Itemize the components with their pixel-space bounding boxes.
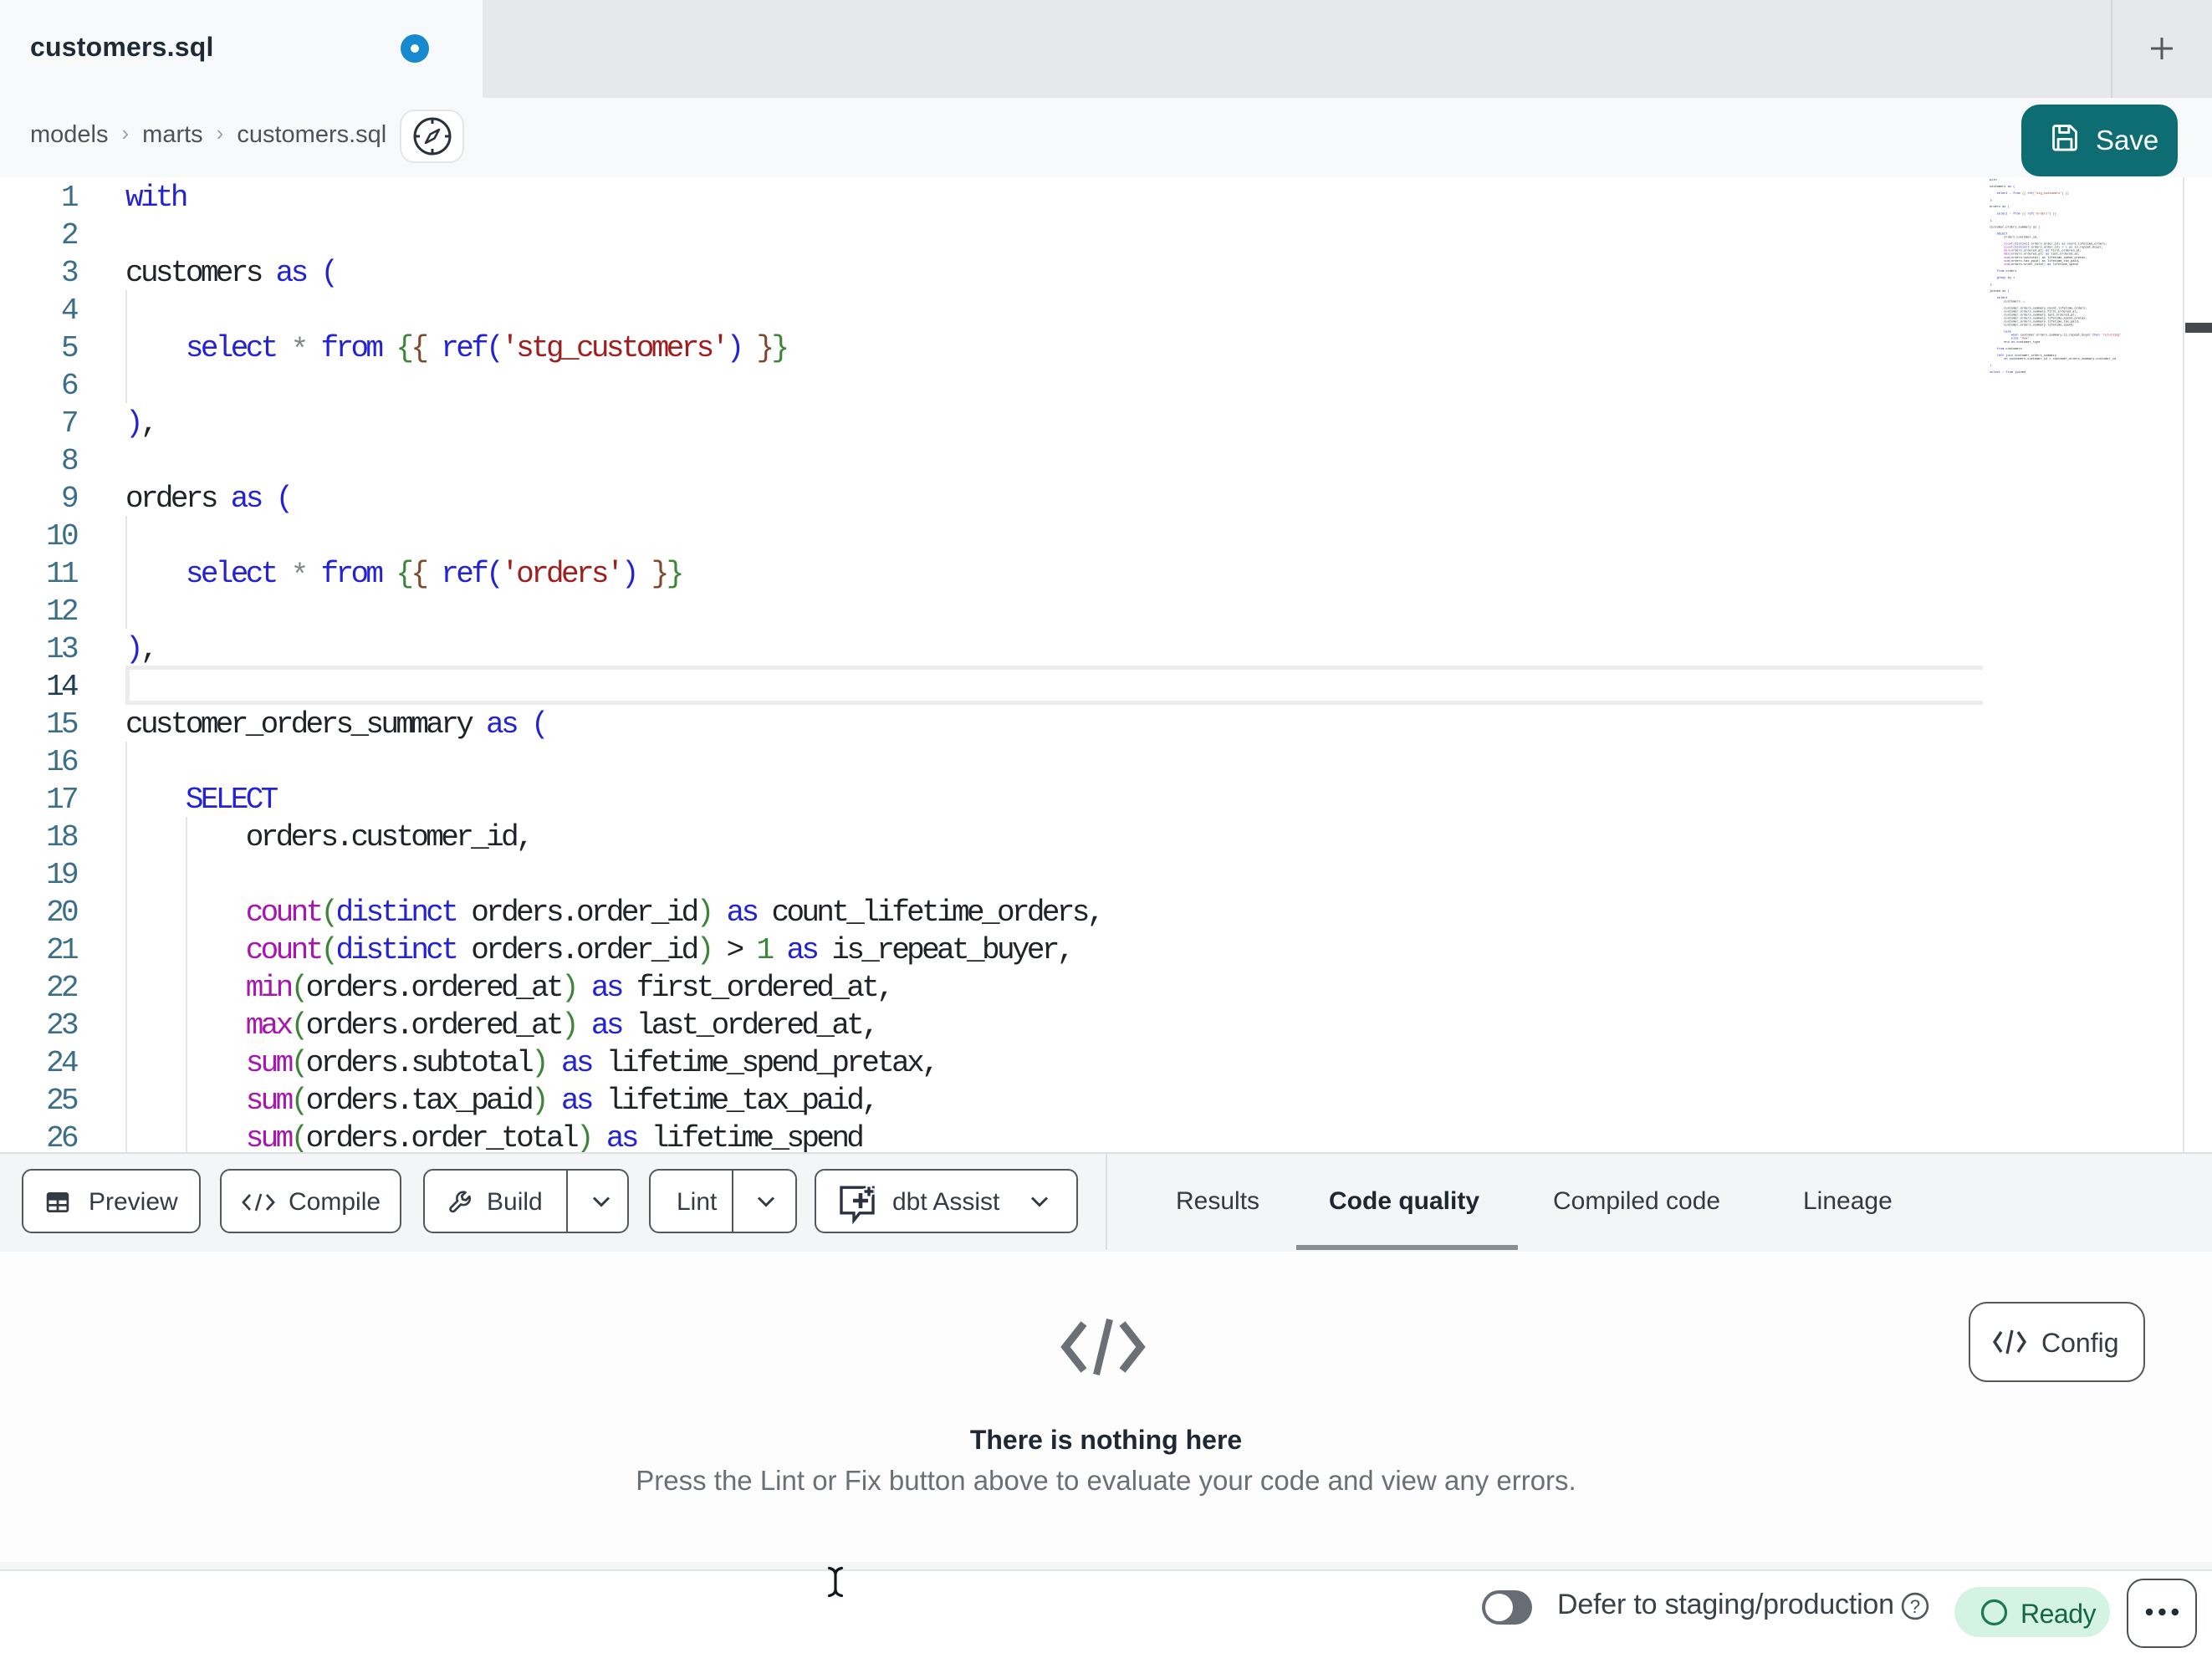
svg-text:?: ? [1910, 1596, 1920, 1617]
